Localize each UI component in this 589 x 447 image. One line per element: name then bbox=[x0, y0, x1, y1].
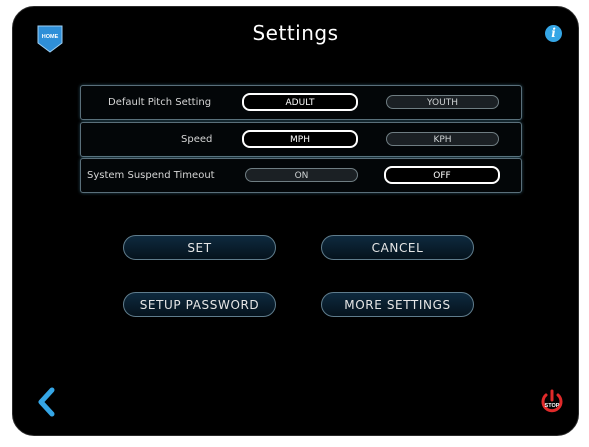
info-icon[interactable]: i bbox=[545, 25, 562, 42]
pitch-youth-toggle[interactable]: YOUTH bbox=[386, 95, 499, 109]
power-stop-icon[interactable]: STOP bbox=[539, 389, 565, 415]
chevron-left-icon[interactable] bbox=[35, 387, 57, 417]
setup-password-button[interactable]: SETUP PASSWORD bbox=[123, 292, 276, 317]
speed-row: Speed MPH KPH bbox=[80, 122, 522, 157]
suspend-off-toggle[interactable]: OFF bbox=[384, 166, 500, 184]
pitch-setting-label: Default Pitch Setting bbox=[108, 97, 212, 108]
speed-label: Speed bbox=[181, 134, 213, 145]
more-settings-button[interactable]: MORE SETTINGS bbox=[321, 292, 474, 317]
stop-icon-label: STOP bbox=[545, 403, 560, 409]
suspend-timeout-row: System Suspend Timeout ON OFF bbox=[80, 158, 522, 193]
set-button[interactable]: SET bbox=[123, 235, 276, 260]
speed-kph-toggle[interactable]: KPH bbox=[386, 132, 499, 146]
settings-screen: HOME Settings i Default Pitch Setting AD… bbox=[12, 6, 579, 436]
speed-mph-toggle[interactable]: MPH bbox=[242, 130, 358, 148]
pitch-setting-row: Default Pitch Setting ADULT YOUTH bbox=[80, 85, 522, 120]
suspend-on-toggle[interactable]: ON bbox=[245, 168, 358, 182]
pitch-adult-toggle[interactable]: ADULT bbox=[242, 93, 358, 111]
suspend-timeout-label: System Suspend Timeout bbox=[87, 170, 215, 181]
page-title: Settings bbox=[252, 21, 339, 45]
cancel-button[interactable]: CANCEL bbox=[321, 235, 474, 260]
